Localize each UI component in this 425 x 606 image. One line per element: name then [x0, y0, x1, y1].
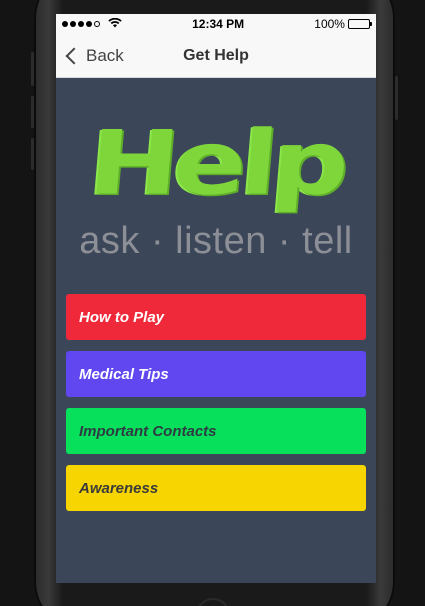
awareness-button[interactable]: Awareness — [66, 465, 366, 511]
signal-strength-icon — [62, 17, 122, 31]
wifi-icon — [108, 17, 122, 31]
app-screen: 12:34 PM 100% Back Get Help Help ask · l… — [56, 14, 376, 583]
signal-dot — [78, 21, 84, 27]
important-contacts-button[interactable]: Important Contacts — [66, 408, 366, 454]
help-logo: Help ask · listen · tell — [56, 78, 376, 294]
battery-icon — [347, 19, 372, 29]
logo-word: Help — [84, 111, 348, 215]
side-button-power — [395, 76, 398, 120]
navigation-bar: Back Get Help — [56, 34, 376, 78]
signal-dot — [70, 21, 76, 27]
status-bar: 12:34 PM 100% — [56, 14, 376, 34]
menu-label: How to Play — [79, 308, 165, 326]
chevron-left-icon — [65, 47, 83, 65]
back-label: Back — [86, 46, 124, 65]
medical-tips-button[interactable]: Medical Tips — [66, 351, 366, 397]
help-menu: How to Play Medical Tips Important Conta… — [56, 294, 376, 511]
battery-percent: 100% — [314, 17, 345, 31]
menu-label: Medical Tips — [79, 365, 169, 383]
side-button-volume-down — [31, 138, 34, 170]
signal-dot — [86, 21, 92, 27]
logo-tagline: ask · listen · tell — [79, 219, 353, 262]
signal-dot — [62, 21, 68, 27]
battery-indicator: 100% — [314, 17, 372, 31]
page-title: Get Help — [183, 46, 249, 64]
status-time: 12:34 PM — [192, 17, 245, 31]
back-button[interactable]: Back — [64, 34, 124, 78]
how-to-play-button[interactable]: How to Play — [66, 294, 366, 340]
menu-label: Important Contacts — [79, 422, 217, 440]
side-button-volume-up — [31, 96, 34, 128]
signal-dot — [94, 21, 100, 27]
side-button-mute — [31, 52, 34, 86]
menu-label: Awareness — [79, 479, 159, 497]
